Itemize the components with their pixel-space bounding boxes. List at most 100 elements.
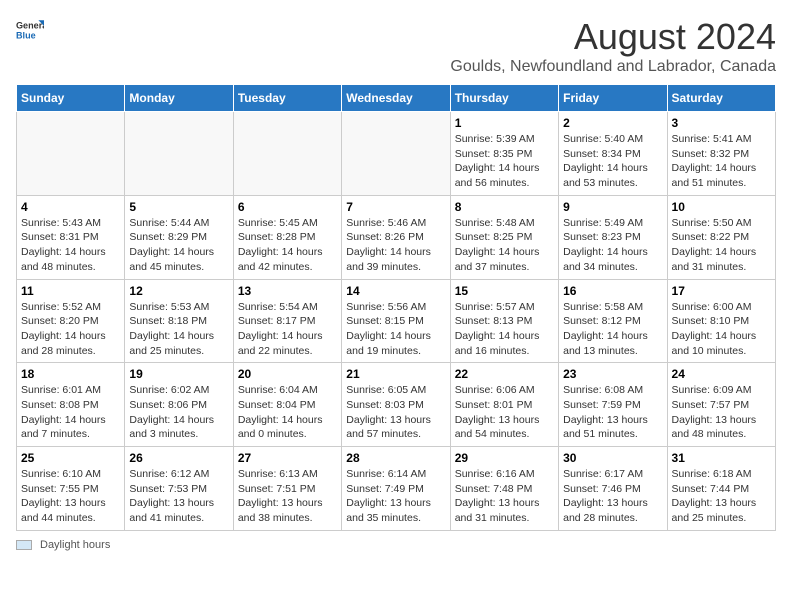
calendar-day-cell: 27 Sunrise: 6:13 AM Sunset: 7:51 PM Dayli…	[233, 447, 341, 531]
calendar-day-cell: 22 Sunrise: 6:06 AM Sunset: 8:01 PM Dayli…	[450, 363, 558, 447]
day-number: 21	[346, 367, 445, 381]
calendar-day-cell	[342, 112, 450, 196]
calendar-week-row: 1 Sunrise: 5:39 AM Sunset: 8:35 PM Daylig…	[17, 112, 776, 196]
day-number: 6	[238, 200, 337, 214]
svg-text:Blue: Blue	[16, 30, 36, 40]
calendar-day-header: Friday	[559, 85, 667, 112]
day-number: 17	[672, 284, 771, 298]
day-number: 8	[455, 200, 554, 214]
calendar-day-cell: 12Sunrise: 5:53 AM Sunset: 8:18 PM Dayli…	[125, 279, 233, 363]
day-info: Sunrise: 5:43 AM Sunset: 8:31 PM Dayligh…	[21, 216, 120, 275]
day-number: 28	[346, 451, 445, 465]
calendar-day-cell: 13 Sunrise: 5:54 AM Sunset: 8:17 PM Dayli…	[233, 279, 341, 363]
day-info: Sunrise: 6:04 AM Sunset: 8:04 PM Dayligh…	[238, 383, 337, 442]
day-number: 3	[672, 116, 771, 130]
calendar-day-cell: 18Sunrise: 6:01 AM Sunset: 8:08 PM Dayli…	[17, 363, 125, 447]
logo: General Blue	[16, 16, 44, 44]
calendar-day-cell: 8 Sunrise: 5:48 AM Sunset: 8:25 PM Daylig…	[450, 195, 558, 279]
svg-text:General: General	[16, 21, 44, 31]
day-info: Sunrise: 5:48 AM Sunset: 8:25 PM Dayligh…	[455, 216, 554, 275]
day-info: Sunrise: 6:00 AM Sunset: 8:10 PM Dayligh…	[672, 300, 771, 359]
calendar-day-cell: 15 Sunrise: 5:57 AM Sunset: 8:13 PM Dayli…	[450, 279, 558, 363]
day-number: 2	[563, 116, 662, 130]
day-number: 14	[346, 284, 445, 298]
day-info: Sunrise: 6:01 AM Sunset: 8:08 PM Dayligh…	[21, 383, 120, 442]
calendar-day-cell: 14 Sunrise: 5:56 AM Sunset: 8:15 PM Dayli…	[342, 279, 450, 363]
calendar-day-header: Tuesday	[233, 85, 341, 112]
calendar-week-row: 18Sunrise: 6:01 AM Sunset: 8:08 PM Dayli…	[17, 363, 776, 447]
day-number: 23	[563, 367, 662, 381]
daylight-legend-box	[16, 540, 32, 550]
calendar-day-header: Wednesday	[342, 85, 450, 112]
calendar-day-cell: 5Sunrise: 5:44 AM Sunset: 8:29 PM Daylig…	[125, 195, 233, 279]
main-title: August 2024	[450, 16, 776, 58]
day-info: Sunrise: 5:56 AM Sunset: 8:15 PM Dayligh…	[346, 300, 445, 359]
day-number: 22	[455, 367, 554, 381]
day-info: Sunrise: 5:54 AM Sunset: 8:17 PM Dayligh…	[238, 300, 337, 359]
day-info: Sunrise: 5:44 AM Sunset: 8:29 PM Dayligh…	[129, 216, 228, 275]
calendar-day-header: Thursday	[450, 85, 558, 112]
calendar-day-cell: 3 Sunrise: 5:41 AM Sunset: 8:32 PM Daylig…	[667, 112, 775, 196]
calendar-table: SundayMondayTuesdayWednesdayThursdayFrid…	[16, 84, 776, 531]
day-number: 16	[563, 284, 662, 298]
calendar-day-cell	[125, 112, 233, 196]
calendar-day-cell: 10Sunrise: 5:50 AM Sunset: 8:22 PM Dayli…	[667, 195, 775, 279]
day-info: Sunrise: 6:08 AM Sunset: 7:59 PM Dayligh…	[563, 383, 662, 442]
logo-icon: General Blue	[16, 16, 44, 44]
day-number: 1	[455, 116, 554, 130]
page-header: General Blue August 2024 Goulds, Newfoun…	[16, 16, 776, 76]
day-number: 15	[455, 284, 554, 298]
calendar-day-cell: 20 Sunrise: 6:04 AM Sunset: 8:04 PM Dayli…	[233, 363, 341, 447]
day-info: Sunrise: 6:05 AM Sunset: 8:03 PM Dayligh…	[346, 383, 445, 442]
calendar-day-cell: 19 Sunrise: 6:02 AM Sunset: 8:06 PM Dayli…	[125, 363, 233, 447]
day-number: 10	[672, 200, 771, 214]
day-info: Sunrise: 6:13 AM Sunset: 7:51 PM Dayligh…	[238, 467, 337, 526]
day-number: 31	[672, 451, 771, 465]
day-info: Sunrise: 5:41 AM Sunset: 8:32 PM Dayligh…	[672, 132, 771, 191]
calendar-day-cell: 4 Sunrise: 5:43 AM Sunset: 8:31 PM Daylig…	[17, 195, 125, 279]
day-number: 4	[21, 200, 120, 214]
day-number: 20	[238, 367, 337, 381]
calendar-day-cell: 29Sunrise: 6:16 AM Sunset: 7:48 PM Dayli…	[450, 447, 558, 531]
day-number: 25	[21, 451, 120, 465]
calendar-day-cell: 1 Sunrise: 5:39 AM Sunset: 8:35 PM Daylig…	[450, 112, 558, 196]
calendar-day-header: Saturday	[667, 85, 775, 112]
calendar-day-cell: 17 Sunrise: 6:00 AM Sunset: 8:10 PM Dayli…	[667, 279, 775, 363]
calendar-day-cell: 6Sunrise: 5:45 AM Sunset: 8:28 PM Daylig…	[233, 195, 341, 279]
day-number: 7	[346, 200, 445, 214]
calendar-day-cell: 16 Sunrise: 5:58 AM Sunset: 8:12 PM Dayli…	[559, 279, 667, 363]
calendar-day-cell: 23 Sunrise: 6:08 AM Sunset: 7:59 PM Dayli…	[559, 363, 667, 447]
calendar-footer: Daylight hours	[16, 539, 776, 551]
day-info: Sunrise: 6:06 AM Sunset: 8:01 PM Dayligh…	[455, 383, 554, 442]
day-number: 19	[129, 367, 228, 381]
calendar-day-cell: 11Sunrise: 5:52 AM Sunset: 8:20 PM Dayli…	[17, 279, 125, 363]
day-number: 26	[129, 451, 228, 465]
day-number: 27	[238, 451, 337, 465]
day-info: Sunrise: 6:10 AM Sunset: 7:55 PM Dayligh…	[21, 467, 120, 526]
day-number: 13	[238, 284, 337, 298]
calendar-day-cell: 31Sunrise: 6:18 AM Sunset: 7:44 PM Dayli…	[667, 447, 775, 531]
day-info: Sunrise: 6:14 AM Sunset: 7:49 PM Dayligh…	[346, 467, 445, 526]
calendar-day-cell: 26Sunrise: 6:12 AM Sunset: 7:53 PM Dayli…	[125, 447, 233, 531]
calendar-day-cell: 21 Sunrise: 6:05 AM Sunset: 8:03 PM Dayli…	[342, 363, 450, 447]
calendar-day-cell: 25 Sunrise: 6:10 AM Sunset: 7:55 PM Dayli…	[17, 447, 125, 531]
day-info: Sunrise: 6:09 AM Sunset: 7:57 PM Dayligh…	[672, 383, 771, 442]
day-number: 24	[672, 367, 771, 381]
calendar-week-row: 25 Sunrise: 6:10 AM Sunset: 7:55 PM Dayli…	[17, 447, 776, 531]
day-info: Sunrise: 5:57 AM Sunset: 8:13 PM Dayligh…	[455, 300, 554, 359]
calendar-day-cell: 30Sunrise: 6:17 AM Sunset: 7:46 PM Dayli…	[559, 447, 667, 531]
day-info: Sunrise: 6:16 AM Sunset: 7:48 PM Dayligh…	[455, 467, 554, 526]
title-area: August 2024 Goulds, Newfoundland and Lab…	[450, 16, 776, 76]
calendar-day-cell	[233, 112, 341, 196]
calendar-day-cell: 7Sunrise: 5:46 AM Sunset: 8:26 PM Daylig…	[342, 195, 450, 279]
calendar-week-row: 4 Sunrise: 5:43 AM Sunset: 8:31 PM Daylig…	[17, 195, 776, 279]
day-info: Sunrise: 5:53 AM Sunset: 8:18 PM Dayligh…	[129, 300, 228, 359]
day-info: Sunrise: 5:52 AM Sunset: 8:20 PM Dayligh…	[21, 300, 120, 359]
day-info: Sunrise: 6:02 AM Sunset: 8:06 PM Dayligh…	[129, 383, 228, 442]
day-number: 30	[563, 451, 662, 465]
day-info: Sunrise: 5:39 AM Sunset: 8:35 PM Dayligh…	[455, 132, 554, 191]
calendar-header-row: SundayMondayTuesdayWednesdayThursdayFrid…	[17, 85, 776, 112]
calendar-day-cell: 2Sunrise: 5:40 AM Sunset: 8:34 PM Daylig…	[559, 112, 667, 196]
calendar-day-header: Monday	[125, 85, 233, 112]
day-info: Sunrise: 5:58 AM Sunset: 8:12 PM Dayligh…	[563, 300, 662, 359]
